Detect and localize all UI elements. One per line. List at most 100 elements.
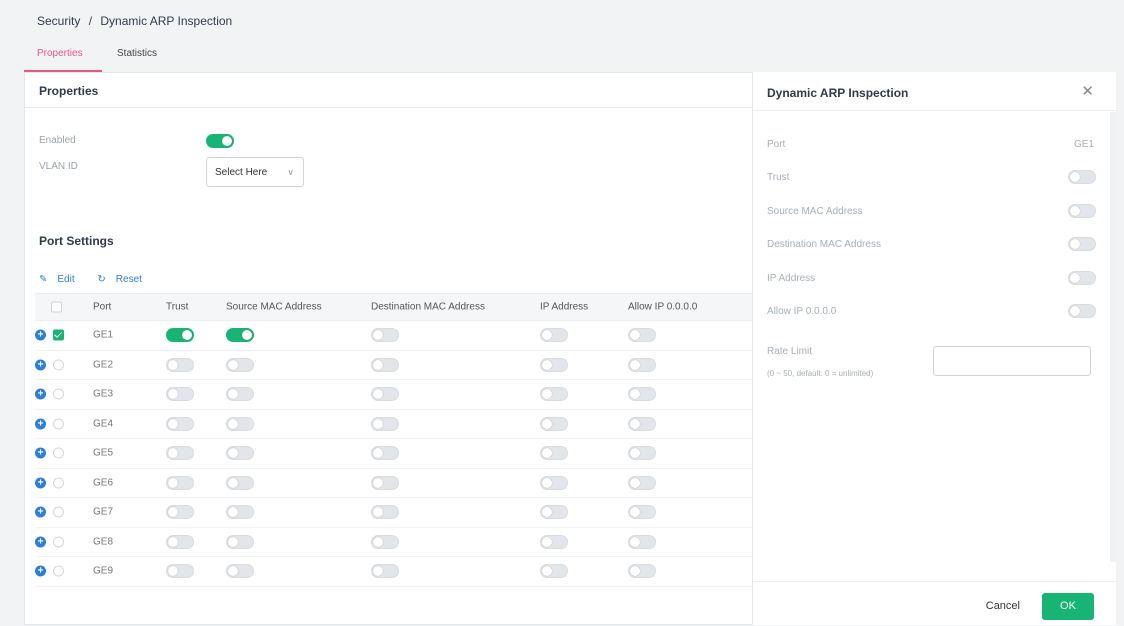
trust-toggle[interactable] <box>166 357 194 372</box>
trust-toggle[interactable] <box>166 446 194 461</box>
drawer-ip-address-toggle[interactable] <box>1068 271 1096 285</box>
tab-statistics[interactable]: Statistics <box>117 48 157 59</box>
destination-mac-toggle[interactable] <box>371 416 399 431</box>
allow-ip-toggle[interactable] <box>628 357 656 372</box>
ip-address-toggle[interactable] <box>540 564 568 579</box>
ip-address-toggle[interactable] <box>540 387 568 402</box>
edit-button[interactable]: ✎ Edit <box>39 274 85 285</box>
drawer-source-mac-toggle[interactable] <box>1068 204 1096 218</box>
destination-mac-toggle[interactable] <box>371 505 399 520</box>
cancel-button[interactable]: Cancel <box>986 600 1020 612</box>
port-name: GE1 <box>93 329 114 341</box>
destination-mac-toggle[interactable] <box>371 387 399 402</box>
row-radio[interactable] <box>53 477 64 489</box>
port-name: GE8 <box>93 536 114 548</box>
breadcrumb-section[interactable]: Security <box>37 14 80 28</box>
drawer-destination-mac-toggle[interactable] <box>1068 237 1096 251</box>
source-mac-toggle[interactable] <box>226 328 254 343</box>
select-all-checkbox[interactable] <box>51 301 62 313</box>
allow-ip-toggle[interactable] <box>628 534 656 549</box>
column-header-ip-address: IP Address <box>540 301 589 313</box>
trust-toggle[interactable] <box>166 564 194 579</box>
trust-toggle[interactable] <box>166 328 194 343</box>
source-mac-toggle[interactable] <box>226 416 254 431</box>
expand-plus-icon[interactable]: + <box>35 418 46 430</box>
table-row: + GE5 <box>35 439 755 469</box>
table-header: Port Trust Source MAC Address Destinatio… <box>35 293 755 321</box>
ip-address-toggle[interactable] <box>540 328 568 343</box>
trust-toggle[interactable] <box>166 416 194 431</box>
row-radio[interactable] <box>53 565 64 577</box>
ip-address-toggle[interactable] <box>540 446 568 461</box>
ip-address-toggle[interactable] <box>540 505 568 520</box>
row-radio[interactable] <box>53 418 64 430</box>
trust-toggle[interactable] <box>166 505 194 520</box>
allow-ip-toggle[interactable] <box>628 505 656 520</box>
source-mac-toggle[interactable] <box>226 387 254 402</box>
ok-button[interactable]: OK <box>1042 593 1094 620</box>
expand-plus-icon[interactable]: + <box>35 536 46 548</box>
drawer-source-mac-label: Source MAC Address <box>767 206 863 217</box>
expand-plus-icon[interactable]: + <box>35 477 46 489</box>
ip-address-toggle[interactable] <box>540 357 568 372</box>
destination-mac-toggle[interactable] <box>371 446 399 461</box>
row-checkbox[interactable] <box>53 329 64 341</box>
source-mac-toggle[interactable] <box>226 564 254 579</box>
allow-ip-toggle[interactable] <box>628 475 656 490</box>
trust-toggle[interactable] <box>166 475 194 490</box>
vlan-id-select[interactable]: Select Here ∨ <box>206 157 304 187</box>
drawer-trust-toggle[interactable] <box>1068 170 1096 184</box>
expand-plus-icon[interactable]: + <box>35 359 46 371</box>
enabled-toggle[interactable] <box>206 134 234 148</box>
ip-address-toggle[interactable] <box>540 475 568 490</box>
edit-label: Edit <box>57 274 75 285</box>
drawer-allow-ip-toggle[interactable] <box>1068 304 1096 318</box>
table-row: + GE1 <box>35 321 755 351</box>
row-radio[interactable] <box>53 447 64 459</box>
vlan-id-label: VLAN ID <box>39 161 78 172</box>
source-mac-toggle[interactable] <box>226 357 254 372</box>
trust-toggle[interactable] <box>166 534 194 549</box>
breadcrumb: Security / Dynamic ARP Inspection <box>37 14 232 28</box>
drawer-scrollbar[interactable] <box>1110 112 1116 562</box>
reset-button[interactable]: ↻ Reset <box>97 274 152 285</box>
row-radio[interactable] <box>53 536 64 548</box>
destination-mac-toggle[interactable] <box>371 328 399 343</box>
port-settings-title: Port Settings <box>39 234 114 248</box>
source-mac-toggle[interactable] <box>226 446 254 461</box>
drawer-ip-address-label: IP Address <box>767 273 816 284</box>
allow-ip-toggle[interactable] <box>628 328 656 343</box>
expand-plus-icon[interactable]: + <box>35 388 46 400</box>
trust-toggle[interactable] <box>166 387 194 402</box>
row-radio[interactable] <box>53 388 64 400</box>
allow-ip-toggle[interactable] <box>628 416 656 431</box>
row-radio[interactable] <box>53 359 64 371</box>
destination-mac-toggle[interactable] <box>371 534 399 549</box>
source-mac-toggle[interactable] <box>226 475 254 490</box>
source-mac-toggle[interactable] <box>226 505 254 520</box>
allow-ip-toggle[interactable] <box>628 564 656 579</box>
port-settings-table: Port Trust Source MAC Address Destinatio… <box>35 293 755 587</box>
breadcrumb-page: Dynamic ARP Inspection <box>100 14 233 28</box>
allow-ip-toggle[interactable] <box>628 446 656 461</box>
port-name: GE9 <box>93 565 114 577</box>
port-name: GE4 <box>93 418 114 430</box>
ip-address-toggle[interactable] <box>540 416 568 431</box>
destination-mac-toggle[interactable] <box>371 475 399 490</box>
tab-properties[interactable]: Properties <box>37 48 83 59</box>
source-mac-toggle[interactable] <box>226 534 254 549</box>
expand-plus-icon[interactable]: + <box>35 506 46 518</box>
ip-address-toggle[interactable] <box>540 534 568 549</box>
column-header-source-mac: Source MAC Address <box>226 301 322 313</box>
expand-plus-icon[interactable]: + <box>35 447 46 459</box>
allow-ip-toggle[interactable] <box>628 387 656 402</box>
destination-mac-toggle[interactable] <box>371 357 399 372</box>
reset-label: Reset <box>115 274 142 285</box>
row-radio[interactable] <box>53 506 64 518</box>
destination-mac-toggle[interactable] <box>371 564 399 579</box>
expand-plus-icon[interactable]: + <box>35 329 46 341</box>
expand-plus-icon[interactable]: + <box>35 565 46 577</box>
close-icon[interactable]: ✕ <box>1081 82 1094 100</box>
rate-limit-input[interactable] <box>933 346 1091 376</box>
port-name: GE7 <box>93 506 114 518</box>
